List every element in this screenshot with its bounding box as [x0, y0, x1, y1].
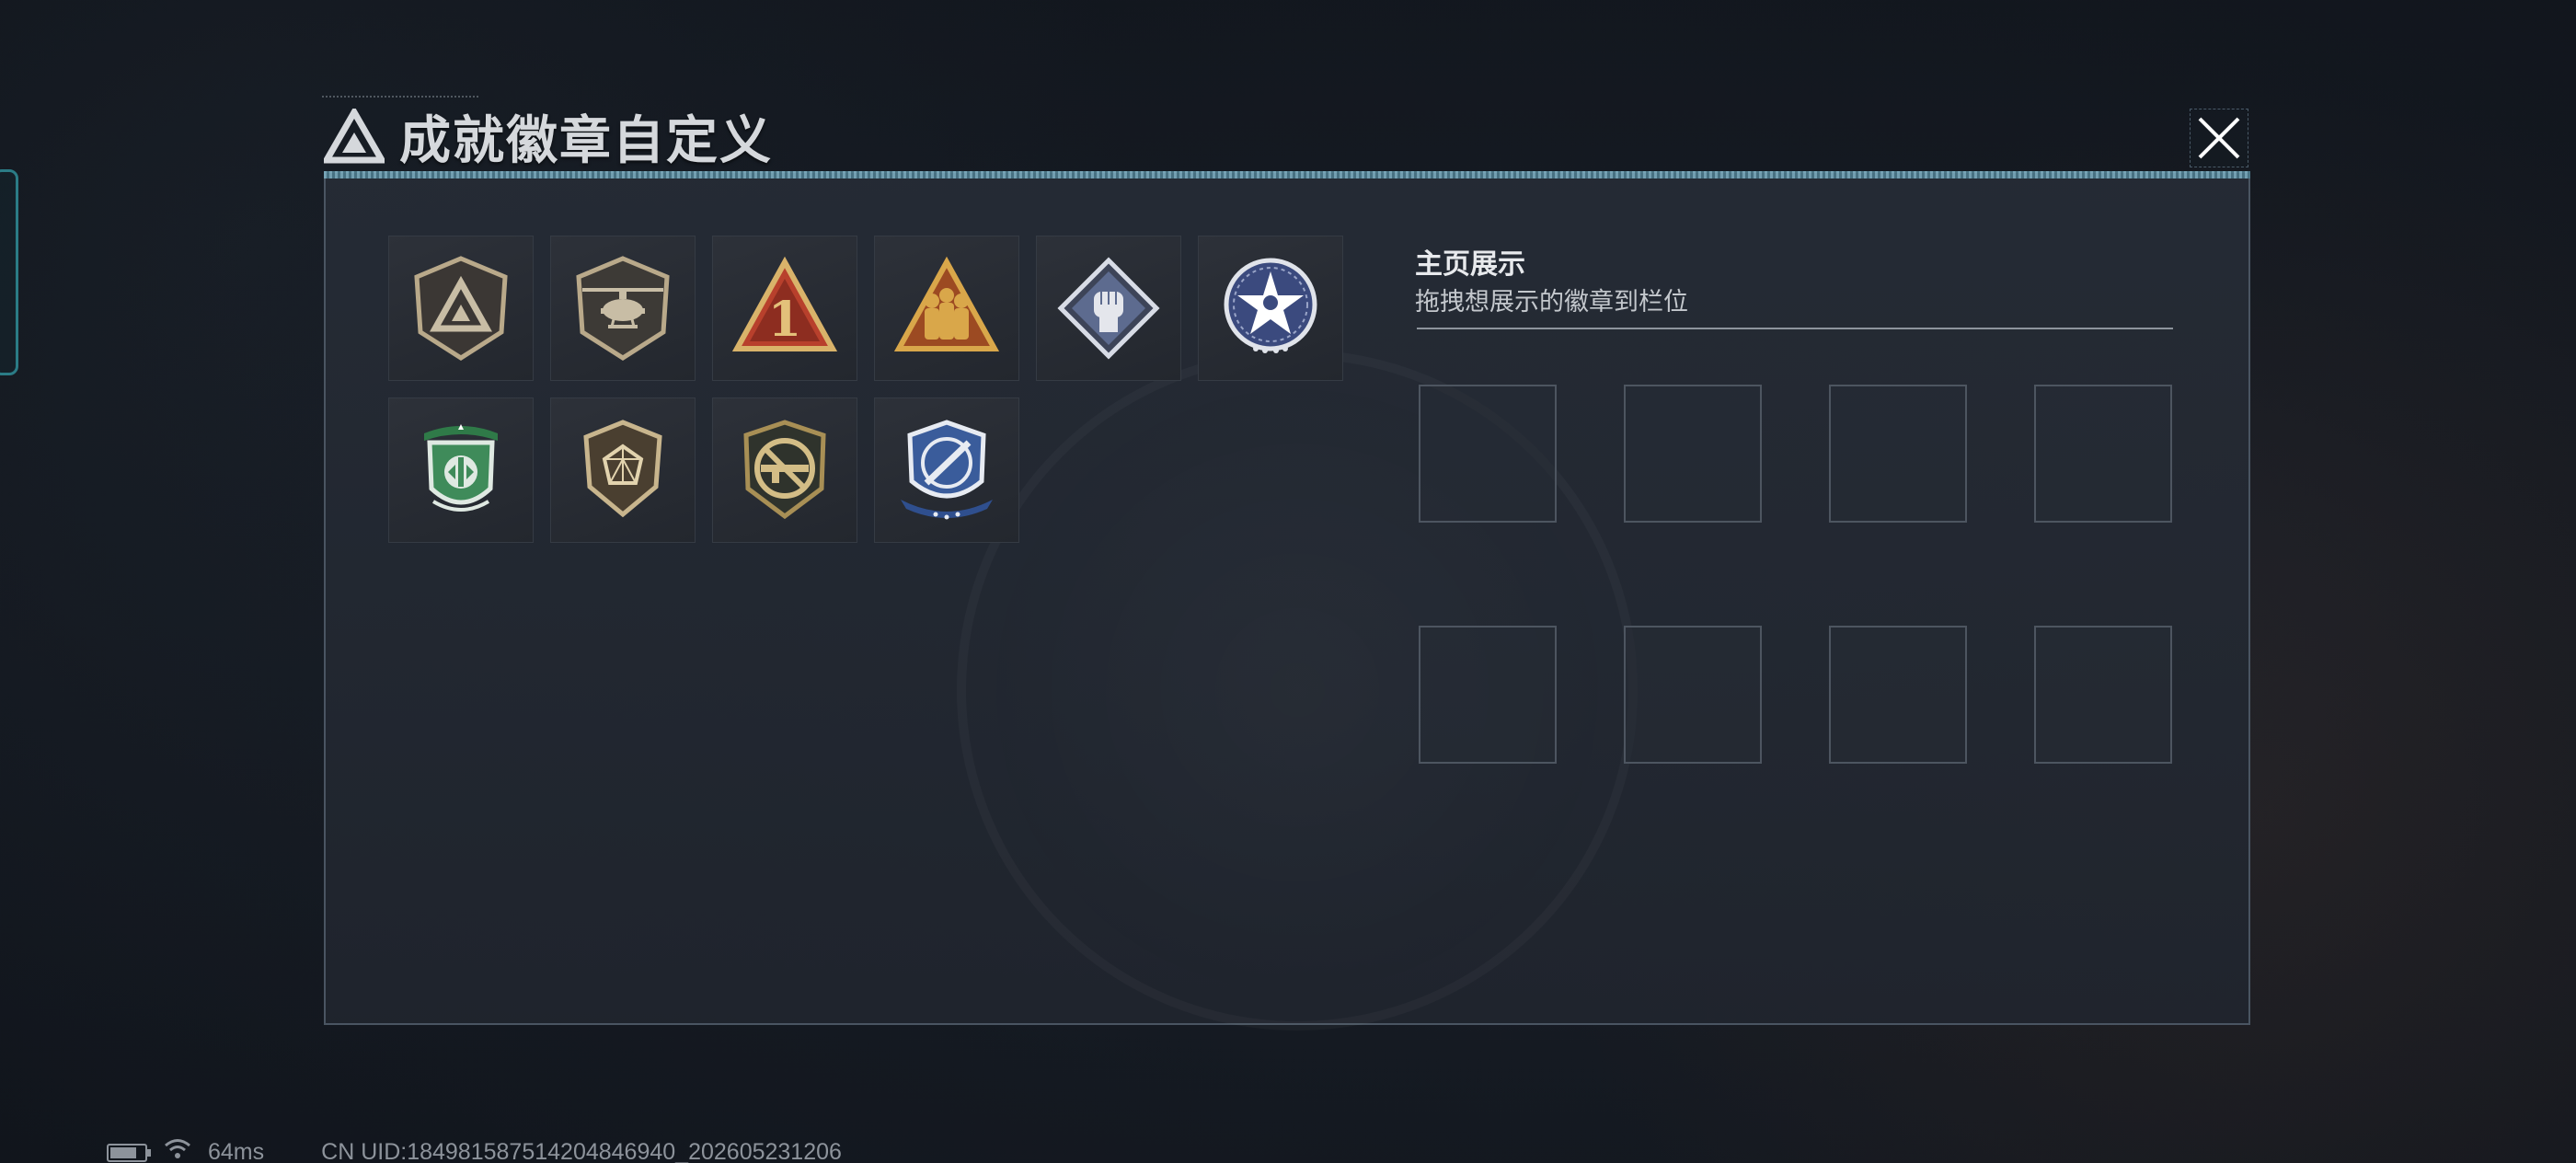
showcase-slot-1[interactable] — [1419, 385, 1557, 523]
showcase-divider — [1417, 328, 2173, 329]
badge-tile-fist[interactable] — [1036, 236, 1181, 381]
badge-tile-blue-missile-shield[interactable] — [874, 397, 1019, 543]
battery-icon — [107, 1143, 151, 1162]
gem-shield-badge-icon — [583, 420, 662, 518]
fist-badge-icon — [1057, 257, 1160, 360]
squad-soldiers-badge-icon — [893, 256, 1000, 351]
helicopter-badge-icon — [576, 256, 670, 361]
badge-tile-star-wreath[interactable] — [1198, 236, 1343, 381]
showcase-slot-5[interactable] — [1419, 626, 1557, 764]
side-drawer-tab[interactable] — [0, 169, 18, 375]
svg-text:1: 1 — [768, 292, 801, 348]
status-footer: 64ms CN UID:18498158751420484694​0_20260… — [107, 1137, 842, 1163]
number-one-badge-icon: 1 — [731, 256, 838, 351]
badge-tile-triangle-emblem[interactable] — [388, 236, 534, 381]
showcase-hint: 拖拽想展示的徽章到栏位 — [1415, 288, 1688, 317]
showcase-slot-8[interactable] — [2034, 626, 2172, 764]
badge-inventory: 1 — [388, 236, 1343, 543]
triangle-logo-icon — [324, 109, 385, 164]
close-icon — [2198, 117, 2240, 159]
badge-tile-gem-shield[interactable] — [550, 397, 696, 543]
wifi-icon — [164, 1137, 191, 1163]
close-button[interactable] — [2190, 109, 2248, 167]
triangle-emblem-badge-icon — [414, 256, 508, 361]
page-title: 成就徽章自定义 — [399, 110, 773, 171]
blue-missile-shield-badge-icon — [901, 420, 993, 520]
ping-value: 64ms — [208, 1139, 265, 1163]
star-wreath-badge-icon — [1224, 258, 1317, 353]
showcase-slot-3[interactable] — [1829, 385, 1967, 523]
badge-tile-squad-soldiers[interactable] — [874, 236, 1019, 381]
showcase-title: 主页展示 — [1415, 248, 1525, 281]
showcase-slot-7[interactable] — [1829, 626, 1967, 764]
showcase-slot-6[interactable] — [1624, 626, 1762, 764]
panel-top-accent — [324, 171, 2250, 178]
badge-tile-helicopter[interactable] — [550, 236, 696, 381]
badge-tile-rifle-prohibited[interactable] — [712, 397, 857, 543]
showcase-slot-2[interactable] — [1624, 385, 1762, 523]
showcase-slot-4[interactable] — [2034, 385, 2172, 523]
badge-tile-green-winged-shield[interactable] — [388, 397, 534, 543]
badge-tile-number-one[interactable]: 1 — [712, 236, 857, 381]
title-bar: 成就徽章自定义 — [324, 99, 773, 173]
user-uid: CN UID:18498158751420484694​0_2026052312… — [321, 1139, 842, 1163]
rifle-prohibited-badge-icon — [743, 420, 826, 520]
green-winged-shield-badge-icon — [424, 424, 498, 512]
